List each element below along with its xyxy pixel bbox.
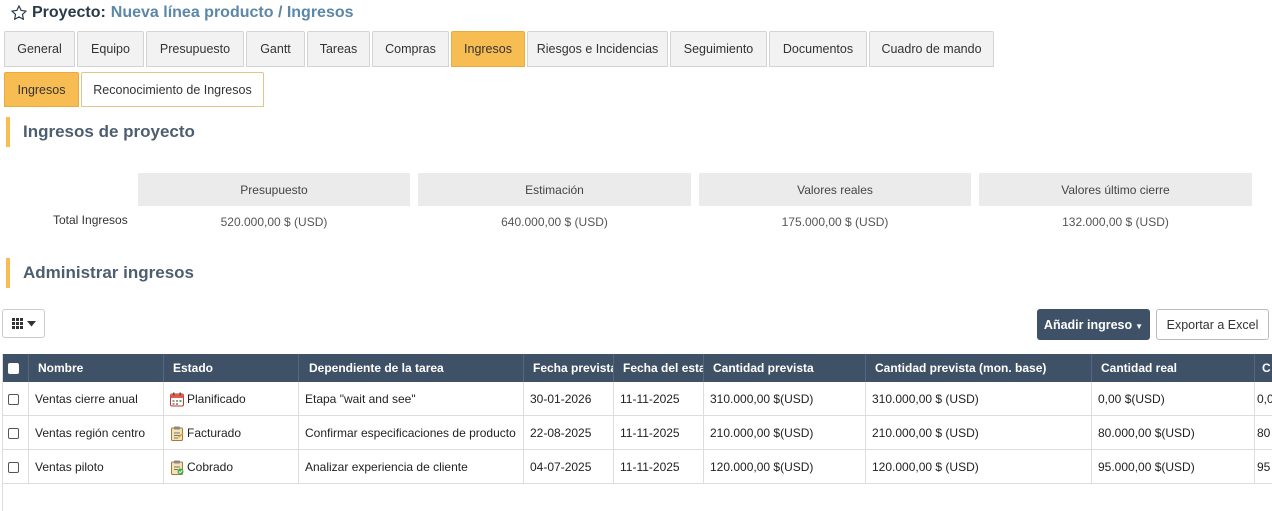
tab-documentos[interactable]: Documentos (769, 31, 867, 67)
col-cantidad-prevista-base[interactable]: Cantidad prevista (mon. base) (866, 354, 1092, 382)
cell-tarea: Analizar experiencia de cliente (299, 450, 524, 484)
tab-riesgos[interactable]: Riesgos e Incidencias (527, 31, 668, 67)
row-checkbox[interactable] (8, 427, 19, 439)
section-accent-bar (6, 258, 10, 288)
row-select-cell (3, 450, 29, 484)
section-accent-bar (6, 117, 10, 147)
summary-value-valores-reales: 175.000,00 $ (USD) (781, 215, 889, 229)
row-select-cell (3, 416, 29, 450)
manage-section-title: Administrar ingresos (23, 263, 194, 282)
cell-cantidad-real: 95.000,00 $(USD) (1092, 450, 1255, 484)
column-chooser-button[interactable] (2, 309, 45, 338)
cell-fecha-prevista: 22-08-2025 (524, 416, 614, 450)
table-row[interactable]: Ventas cierre anual Planificado Etapa "w… (3, 382, 1272, 416)
table-header-row: Nombre Estado Dependiente de la tarea Fe… (3, 354, 1272, 382)
summary-value-presupuesto: 520.000,00 $ (USD) (220, 215, 328, 229)
cell-extra: 95 (1257, 460, 1271, 474)
cell-estado: Planificado (164, 382, 299, 416)
col-nombre[interactable]: Nombre (29, 354, 164, 382)
calendar-icon (170, 392, 184, 406)
cell-extra: 0,0 (1257, 392, 1272, 406)
summary-value-estimacion: 640.000,00 $ (USD) (501, 215, 608, 229)
cell-cantidad-prevista: 310.000,00 $(USD) (704, 382, 866, 416)
cell-extra: 80 (1257, 426, 1271, 440)
tab-general[interactable]: General (4, 31, 75, 67)
row-checkbox[interactable] (8, 393, 19, 405)
estado-label: Cobrado (187, 460, 234, 474)
row-select-cell (3, 382, 29, 416)
cell-fecha-prevista: 04-07-2025 (524, 450, 614, 484)
cell-fecha-estado: 11-11-2025 (614, 416, 704, 450)
cell-tarea: Etapa "wait and see" (299, 382, 524, 416)
cell-cantidad-prevista: 210.000,00 $(USD) (704, 416, 866, 450)
cell-cantidad-real: 0,00 $(USD) (1092, 382, 1255, 416)
main-tabs: General Equipo Presupuesto Gantt Tareas … (4, 31, 996, 67)
col-fecha-estado[interactable]: Fecha del estado (614, 354, 704, 382)
grid-icon (11, 318, 23, 329)
estado-label: Facturado (187, 426, 242, 440)
cell-nombre[interactable]: Ventas cierre anual (29, 382, 164, 416)
summary-row-label: Total Ingresos (53, 213, 128, 227)
tab-equipo[interactable]: Equipo (77, 31, 144, 67)
col-extra[interactable]: C (1255, 354, 1272, 382)
subtab-ingresos[interactable]: Ingresos (4, 72, 79, 107)
cell-cantidad-base: 210.000,00 $ (USD) (866, 416, 1092, 450)
clipboard-check-icon (171, 460, 184, 475)
summary-header-estimacion: Estimación (418, 173, 691, 206)
col-fecha-prevista[interactable]: Fecha prevista (524, 354, 614, 382)
tab-compras[interactable]: Compras (372, 31, 449, 67)
tab-tareas[interactable]: Tareas (307, 31, 370, 67)
tab-seguimiento[interactable]: Seguimiento (670, 31, 767, 67)
table-row[interactable]: Ventas piloto Cobrado Analizar experienc… (3, 450, 1272, 484)
star-icon[interactable] (10, 4, 28, 22)
clipboard-icon (171, 426, 184, 441)
page-title-label: Proyecto: (32, 4, 106, 21)
cell-fecha-estado: 11-11-2025 (614, 382, 704, 416)
table-row[interactable]: Ventas región centro Facturado Confirmar… (3, 416, 1272, 450)
select-all-checkbox[interactable] (8, 362, 19, 374)
page-title-path[interactable]: Nueva línea producto / Ingresos (111, 4, 354, 22)
cell-estado: Facturado (164, 416, 299, 450)
row-checkbox[interactable] (8, 461, 19, 473)
tab-presupuesto[interactable]: Presupuesto (146, 31, 244, 67)
ingresos-table: Nombre Estado Dependiente de la tarea Fe… (2, 354, 1272, 511)
add-ingreso-label: Añadir ingreso (1043, 317, 1133, 332)
cell-fecha-estado: 11-11-2025 (614, 450, 704, 484)
cell-nombre[interactable]: Ventas piloto (29, 450, 164, 484)
export-excel-button[interactable]: Exportar a Excel (1156, 309, 1269, 340)
subtab-reconocimiento[interactable]: Reconocimiento de Ingresos (81, 72, 264, 107)
cell-estado: Cobrado (164, 450, 299, 484)
cell-cantidad-base: 120.000,00 $ (USD) (866, 450, 1092, 484)
add-ingreso-button[interactable]: Añadir ingreso ▼ (1037, 309, 1150, 340)
col-cantidad-prevista[interactable]: Cantidad prevista (704, 354, 866, 382)
summary-section-header: Ingresos de proyecto (6, 117, 195, 147)
col-estado[interactable]: Estado (164, 354, 299, 382)
col-cantidad-real[interactable]: Cantidad real (1092, 354, 1255, 382)
cell-tarea: Confirmar especificaciones de producto (299, 416, 524, 450)
select-all-cell (3, 354, 29, 382)
table-empty-area (3, 485, 1272, 511)
manage-section-header: Administrar ingresos (6, 258, 194, 288)
tab-gantt[interactable]: Gantt (246, 31, 305, 67)
summary-header-presupuesto: Presupuesto (138, 173, 410, 206)
sub-tabs: Ingresos Reconocimiento de Ingresos (4, 72, 266, 107)
cell-cantidad-base: 310.000,00 $ (USD) (866, 382, 1092, 416)
summary-header-ultimo-cierre: Valores último cierre (979, 173, 1252, 206)
tab-ingresos[interactable]: Ingresos (451, 31, 525, 67)
cell-cantidad-real: 80.000,00 $(USD) (1092, 416, 1255, 450)
summary-value-ultimo-cierre: 132.000,00 $ (USD) (1062, 215, 1169, 229)
col-dependiente-tarea[interactable]: Dependiente de la tarea (299, 354, 524, 382)
cell-cantidad-prevista: 120.000,00 $(USD) (704, 450, 866, 484)
page-header: Proyecto: Nueva línea producto / Ingreso… (10, 3, 354, 23)
summary-header-valores-reales: Valores reales (699, 173, 971, 206)
summary-section-title: Ingresos de proyecto (23, 122, 195, 141)
cell-nombre[interactable]: Ventas región centro (29, 416, 164, 450)
caret-down-icon (26, 320, 36, 326)
tab-cuadro-de-mando[interactable]: Cuadro de mando (869, 31, 994, 67)
estado-label: Planificado (187, 392, 246, 406)
cell-fecha-prevista: 30-01-2026 (524, 382, 614, 416)
caret-down-icon: ▼ (1135, 321, 1144, 331)
